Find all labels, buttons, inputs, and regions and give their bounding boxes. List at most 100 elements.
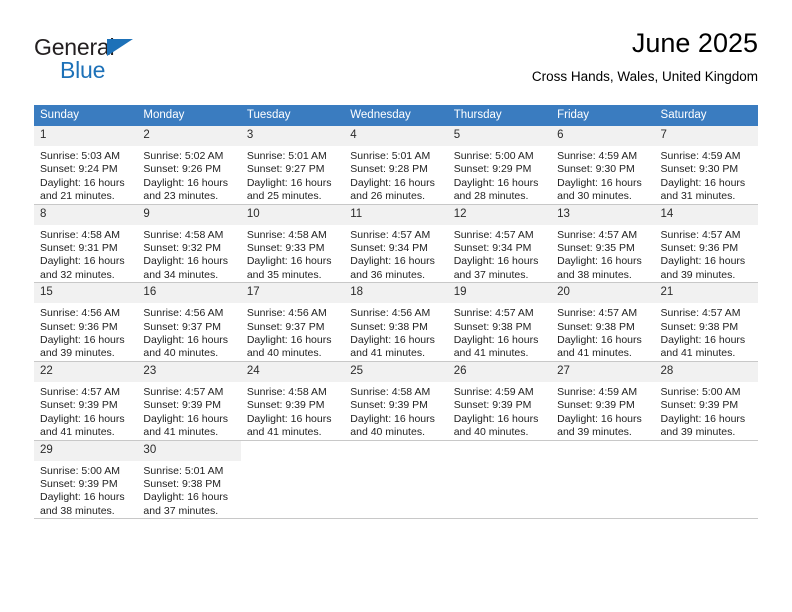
- calendar-day-cell[interactable]: 14 Sunrise: 4:57 AM Sunset: 9:36 PM Dayligh…: [654, 204, 758, 284]
- daylight-text-line1: Daylight: 16 hours: [143, 255, 229, 268]
- calendar-day-cell[interactable]: 26 Sunrise: 4:59 AM Sunset: 9:39 PM Dayligh…: [447, 361, 552, 441]
- sunset-text: Sunset: 9:30 PM: [660, 163, 739, 176]
- sunset-text: Sunset: 9:26 PM: [143, 163, 222, 176]
- daylight-text-line2: and 41 minutes.: [143, 426, 219, 439]
- day-details: Sunrise: 4:58 AM Sunset: 9:33 PM Daylight:…: [241, 225, 344, 283]
- daylight-text-line1: Daylight: 16 hours: [453, 334, 539, 347]
- daylight-text-line2: and 41 minutes.: [453, 347, 529, 360]
- sunrise-text: Sunrise: 5:00 AM: [453, 150, 534, 162]
- sunrise-text: Sunrise: 4:59 AM: [557, 385, 638, 398]
- calendar-day-cell[interactable]: 23 Sunrise: 4:57 AM Sunset: 9:39 PM Dayligh…: [137, 361, 241, 441]
- calendar-day-cell[interactable]: 19 Sunrise: 4:57 AM Sunset: 9:38 PM Dayligh…: [447, 282, 552, 362]
- day-number: 6: [551, 126, 655, 146]
- calendar-day-cell[interactable]: 11 Sunrise: 4:57 AM Sunset: 9:34 PM Dayligh…: [344, 204, 448, 284]
- day-number: 12: [447, 204, 552, 225]
- sunrise-text: Sunrise: 5:03 AM: [40, 150, 120, 162]
- calendar-day-cell[interactable]: 29 Sunrise: 5:00 AM Sunset: 9:39 PM Dayligh…: [34, 440, 138, 520]
- calendar-day-cell[interactable]: 27 Sunrise: 4:59 AM Sunset: 9:39 PM Dayligh…: [551, 361, 655, 441]
- calendar-day-cell[interactable]: 12 Sunrise: 4:57 AM Sunset: 9:34 PM Dayligh…: [447, 204, 552, 284]
- calendar-day-cell[interactable]: 4 Sunrise: 5:01 AM Sunset: 9:28 PM Daylight…: [344, 126, 448, 205]
- sunset-text: Sunset: 9:24 PM: [40, 163, 118, 176]
- sunrise-text: Sunrise: 4:57 AM: [40, 385, 120, 398]
- daylight-text-line2: and 40 minutes.: [143, 347, 219, 360]
- calendar-day-cell[interactable]: 16 Sunrise: 4:56 AM Sunset: 9:37 PM Dayligh…: [137, 282, 241, 362]
- calendar-day-cell[interactable]: 6 Sunrise: 4:59 AM Sunset: 9:30 PM Daylight…: [551, 126, 655, 205]
- calendar-day-cell[interactable]: 9 Sunrise: 4:58 AM Sunset: 9:32 PM Daylight…: [137, 204, 241, 284]
- sunset-text: Sunset: 9:39 PM: [557, 399, 635, 412]
- day-number: 15: [34, 283, 138, 304]
- weekday-header-monday: Monday: [137, 105, 241, 126]
- daylight-text-line1: Daylight: 16 hours: [350, 176, 435, 189]
- calendar-day-cell[interactable]: 20 Sunrise: 4:57 AM Sunset: 9:38 PM Dayligh…: [551, 282, 655, 362]
- calendar-day-cell[interactable]: 17 Sunrise: 4:56 AM Sunset: 9:37 PM Dayligh…: [240, 282, 345, 362]
- sunrise-text: Sunrise: 4:56 AM: [143, 307, 224, 320]
- sunset-text: Sunset: 9:37 PM: [143, 320, 222, 333]
- calendar-day-cell[interactable]: 1 Sunrise: 5:03 AM Sunset: 9:24 PM Daylight…: [34, 126, 138, 205]
- calendar-day-cell[interactable]: 22 Sunrise: 4:57 AM Sunset: 9:39 PM Dayligh…: [34, 361, 138, 441]
- calendar-day-cell[interactable]: 13 Sunrise: 4:57 AM Sunset: 9:35 PM Dayligh…: [551, 204, 655, 284]
- day-details: Sunrise: 4:57 AM Sunset: 9:34 PM Daylight:…: [344, 225, 447, 283]
- generalblue-logo[interactable]: General Blue: [34, 34, 234, 90]
- day-number: 29: [34, 440, 138, 461]
- day-number: [344, 441, 447, 448]
- daylight-text-line2: and 34 minutes.: [143, 268, 219, 281]
- day-number: [551, 441, 654, 448]
- day-number: 20: [551, 283, 655, 304]
- day-number: 2: [137, 126, 241, 146]
- calendar-day-cell[interactable]: 21 Sunrise: 4:57 AM Sunset: 9:38 PM Dayligh…: [654, 282, 758, 362]
- sunrise-text: Sunrise: 4:57 AM: [143, 385, 224, 398]
- calendar-day-cell[interactable]: 5 Sunrise: 5:00 AM Sunset: 9:29 PM Daylight…: [447, 126, 552, 205]
- calendar-day-cell[interactable]: 2 Sunrise: 5:02 AM Sunset: 9:26 PM Daylight…: [137, 126, 241, 205]
- day-details: Sunrise: 4:59 AM Sunset: 9:39 PM Daylight:…: [448, 382, 551, 440]
- sunrise-text: Sunrise: 5:01 AM: [143, 464, 224, 477]
- calendar-day-cell[interactable]: 28 Sunrise: 5:00 AM Sunset: 9:39 PM Dayligh…: [654, 361, 758, 441]
- daylight-text-line1: Daylight: 16 hours: [350, 412, 435, 425]
- calendar-day-cell[interactable]: 30 Sunrise: 5:01 AM Sunset: 9:38 PM Dayligh…: [137, 440, 241, 520]
- day-number: 28: [654, 361, 758, 382]
- calendar-day-cell[interactable]: 7 Sunrise: 4:59 AM Sunset: 9:30 PM Daylight…: [654, 126, 758, 205]
- daylight-text-line1: Daylight: 16 hours: [453, 255, 539, 268]
- sunrise-text: Sunrise: 4:59 AM: [660, 150, 741, 162]
- sunrise-text: Sunrise: 4:58 AM: [246, 385, 327, 398]
- sunrise-text: Sunrise: 4:58 AM: [350, 385, 431, 398]
- sunrise-text: Sunrise: 4:57 AM: [557, 307, 638, 320]
- daylight-text-line2: and 32 minutes.: [40, 268, 115, 281]
- day-details: Sunrise: 4:57 AM Sunset: 9:36 PM Daylight:…: [655, 225, 758, 283]
- sunset-text: Sunset: 9:32 PM: [143, 242, 222, 255]
- calendar-day-cell[interactable]: 25 Sunrise: 4:58 AM Sunset: 9:39 PM Dayligh…: [344, 361, 448, 441]
- daylight-text-line1: Daylight: 16 hours: [660, 176, 746, 189]
- day-number: 7: [654, 126, 758, 146]
- daylight-text-line1: Daylight: 16 hours: [660, 334, 746, 347]
- calendar-day-cell[interactable]: 15 Sunrise: 4:56 AM Sunset: 9:36 PM Dayligh…: [34, 282, 138, 362]
- sunset-text: Sunset: 9:37 PM: [246, 320, 325, 333]
- calendar-week-row: 22 Sunrise: 4:57 AM Sunset: 9:39 PM Dayligh…: [34, 361, 758, 441]
- day-number: 22: [34, 361, 138, 382]
- sunset-text: Sunset: 9:39 PM: [40, 477, 118, 490]
- day-details: Sunrise: 4:57 AM Sunset: 9:35 PM Daylight:…: [551, 225, 654, 283]
- sunrise-text: Sunrise: 4:57 AM: [350, 228, 431, 241]
- day-number: 25: [344, 361, 448, 382]
- daylight-text-line2: and 41 minutes.: [557, 347, 632, 360]
- day-number: 16: [137, 283, 241, 304]
- day-details: Sunrise: 5:00 AM Sunset: 9:39 PM Daylight:…: [34, 461, 137, 519]
- day-number: 1: [34, 126, 138, 146]
- day-number: 18: [344, 283, 448, 304]
- title-block: June 2025 Cross Hands, Wales, United Kin…: [532, 26, 758, 85]
- daylight-text-line1: Daylight: 16 hours: [453, 176, 539, 189]
- sunset-text: Sunset: 9:34 PM: [453, 242, 532, 255]
- daylight-text-line2: and 23 minutes.: [143, 190, 219, 203]
- page-subtitle: Cross Hands, Wales, United Kingdom: [531, 69, 758, 84]
- weekday-header-thursday: Thursday: [447, 105, 552, 126]
- calendar-day-cell[interactable]: 24 Sunrise: 4:58 AM Sunset: 9:39 PM Dayligh…: [240, 361, 345, 441]
- sunset-text: Sunset: 9:28 PM: [350, 163, 428, 176]
- calendar-day-cell[interactable]: 8 Sunrise: 4:58 AM Sunset: 9:31 PM Daylight…: [34, 204, 138, 284]
- calendar-day-cell[interactable]: 10 Sunrise: 4:58 AM Sunset: 9:33 PM Dayligh…: [240, 204, 345, 284]
- calendar-day-cell[interactable]: 3 Sunrise: 5:01 AM Sunset: 9:27 PM Daylight…: [240, 126, 345, 205]
- day-details: Sunrise: 5:03 AM Sunset: 9:24 PM Daylight:…: [34, 146, 137, 204]
- daylight-text-line1: Daylight: 16 hours: [557, 334, 642, 347]
- day-number: [655, 441, 758, 448]
- daylight-text-line2: and 36 minutes.: [350, 268, 425, 281]
- daylight-text-line1: Daylight: 16 hours: [246, 334, 332, 347]
- day-number: [241, 441, 344, 448]
- calendar-day-cell[interactable]: 18 Sunrise: 4:56 AM Sunset: 9:38 PM Dayligh…: [344, 282, 448, 362]
